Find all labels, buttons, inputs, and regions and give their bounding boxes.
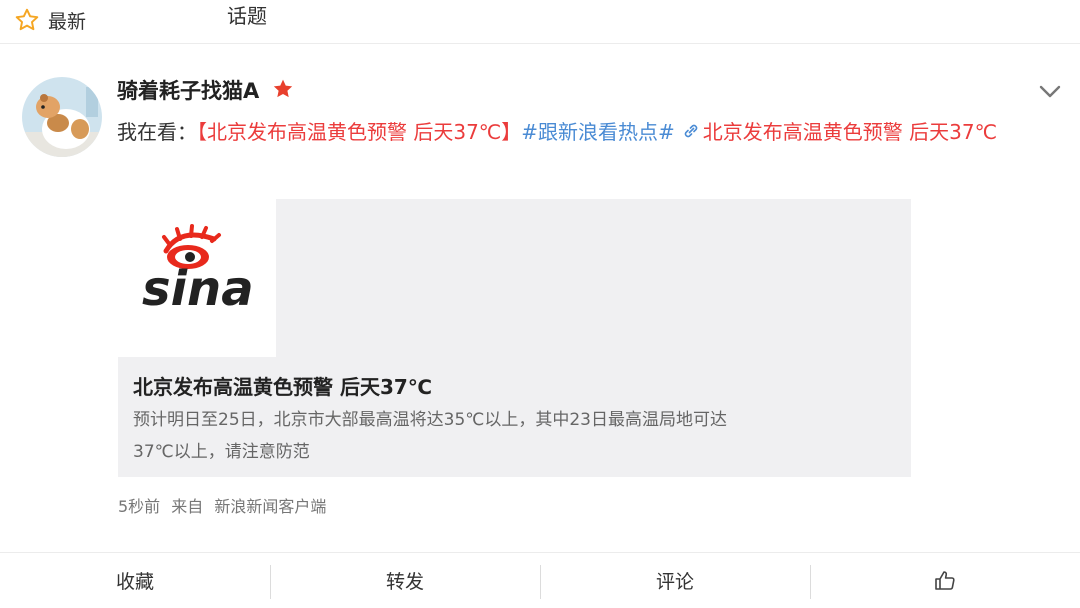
favorite-button[interactable]: 收藏: [0, 553, 270, 608]
article-link-text: 北京发布高温黄色预警 后天37℃: [702, 120, 998, 144]
card-description: 预计明日至25日，北京市大部最高温将达35℃以上，其中23日最高温局地可达37℃…: [133, 410, 727, 462]
top-tab-bar: 最新 话题: [0, 0, 1080, 44]
article-card[interactable]: sina 北京发布高温黄色预警 后天37℃ 预计明日至25日，北京市大部最高温将…: [118, 199, 911, 477]
weibo-post: 骑着耗子找猫A 我在看：【北京发布高温黄色预警 后天37℃】#跟新浪看热点# 北京…: [0, 45, 1080, 550]
username[interactable]: 骑着耗子找猫A: [117, 75, 259, 105]
post-text: 我在看：【北京发布高温黄色预警 后天37℃】#跟新浪看热点# 北京发布高温黄色预警…: [117, 113, 1037, 151]
card-title: 北京发布高温黄色预警 后天37℃: [133, 375, 433, 399]
tab-latest-label: 最新: [48, 10, 87, 33]
article-link[interactable]: 北京发布高温黄色预警 后天37℃: [681, 120, 997, 144]
hashtag-link[interactable]: #跟新浪看热点#: [521, 120, 675, 144]
repost-button[interactable]: 转发: [270, 553, 540, 608]
post-text-prefix: 我在看：: [117, 120, 197, 144]
from-label: 来自: [171, 497, 204, 516]
chevron-down-icon[interactable]: [1037, 80, 1063, 102]
post-time: 5秒前: [118, 497, 161, 516]
like-button[interactable]: [810, 553, 1080, 608]
star-icon: [15, 8, 39, 31]
avatar-image: [22, 77, 102, 157]
tab-topic[interactable]: 话题: [227, 0, 267, 29]
tab-latest[interactable]: 最新: [14, 6, 86, 34]
sina-logo: sina: [142, 224, 254, 317]
post-source[interactable]: 新浪新闻客户端: [214, 497, 326, 516]
sina-logo-text: sina: [142, 261, 254, 317]
thumbs-up-icon: [935, 570, 955, 590]
headline-link[interactable]: 【北京发布高温黄色预警 后天37℃】: [197, 120, 521, 144]
comment-button[interactable]: 评论: [540, 553, 810, 608]
action-bar: 收藏 转发 评论: [0, 552, 1080, 608]
vip-star-icon: [273, 79, 293, 98]
avatar[interactable]: [22, 77, 102, 157]
post-meta: 5秒前 来自 新浪新闻客户端: [118, 493, 332, 517]
card-thumbnail: sina: [118, 199, 276, 357]
link-icon: [684, 124, 698, 138]
